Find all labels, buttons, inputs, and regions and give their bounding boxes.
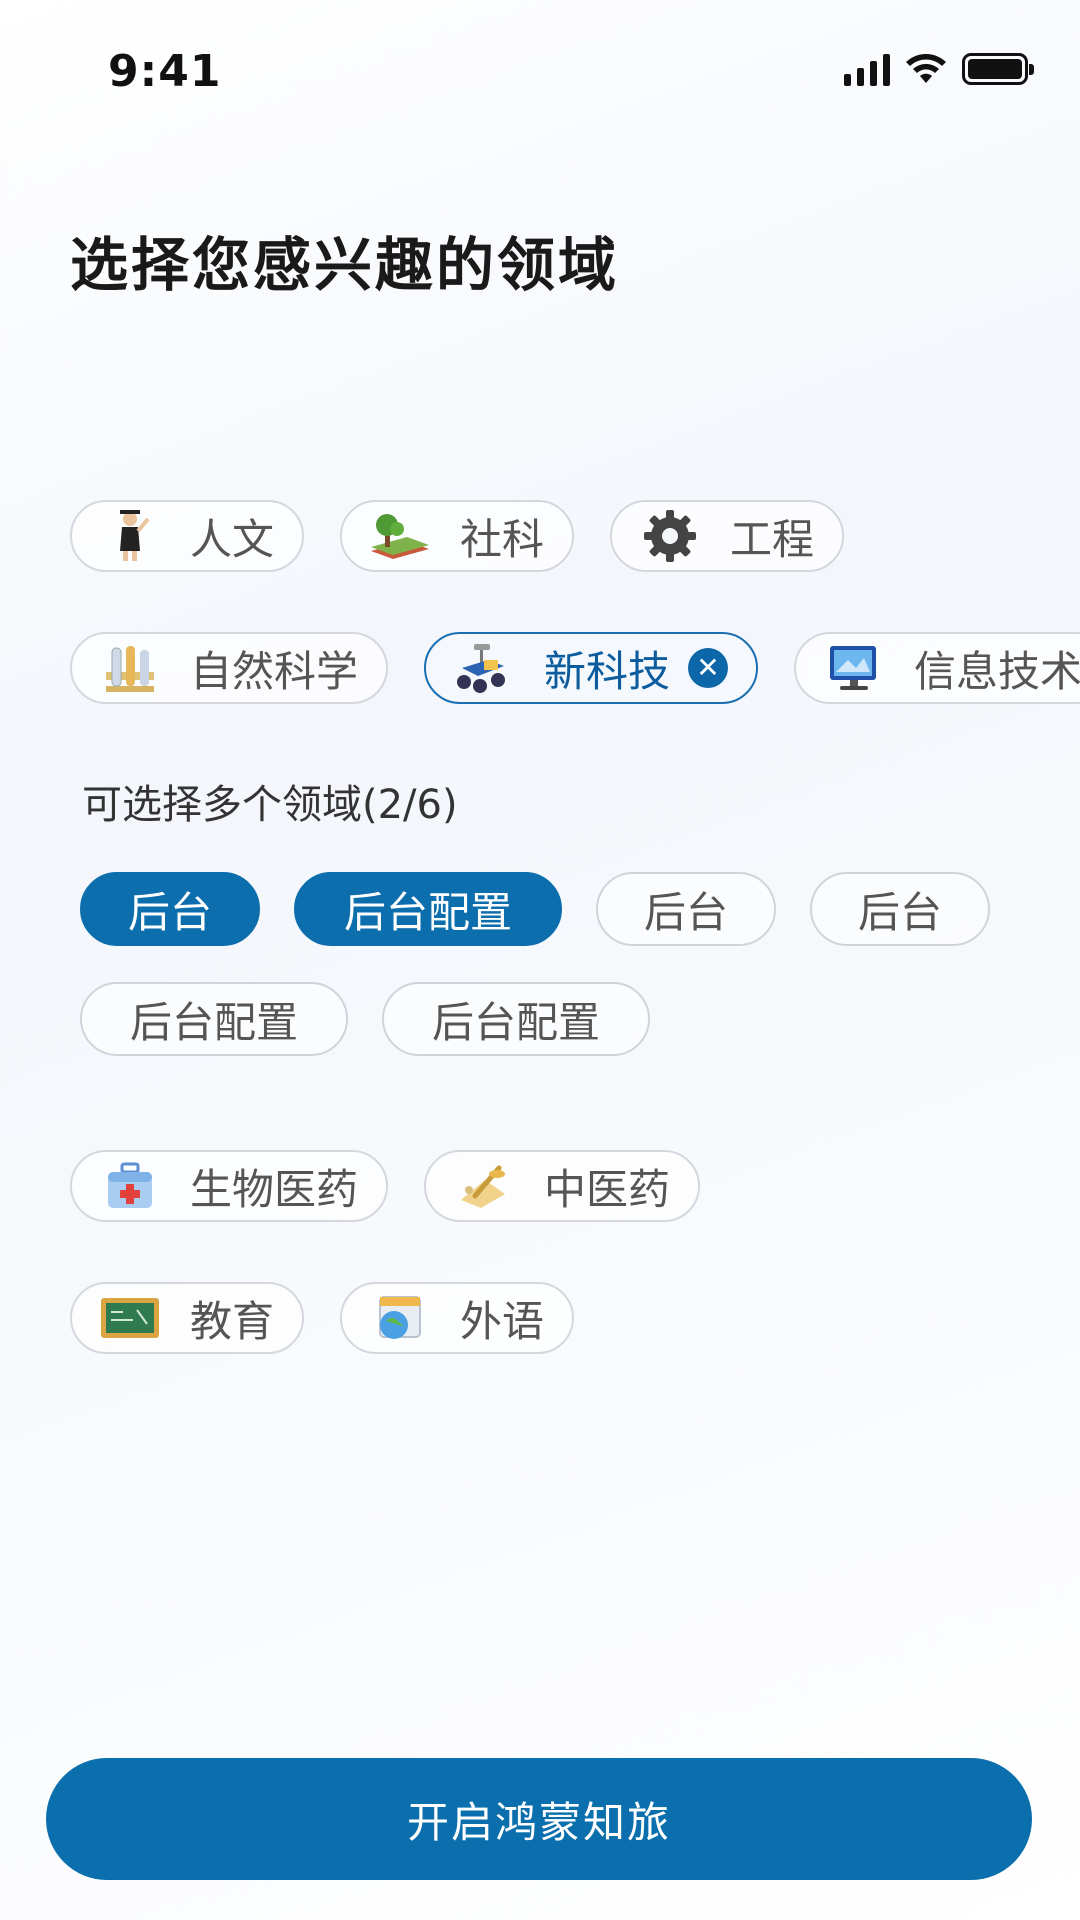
category-chip-info-tech[interactable]: 信息技术 — [794, 632, 1080, 704]
category-chip-tcm[interactable]: 中医药 — [424, 1150, 701, 1222]
battery-icon — [962, 53, 1034, 85]
category-label: 外语 — [460, 1296, 545, 1346]
monitor-icon — [822, 638, 886, 698]
subtopic-chip[interactable]: 后台 — [596, 872, 776, 946]
category-row-2: 自然科学 新科技 ✕ 信息技术 — [70, 632, 1080, 704]
category-label: 社科 — [460, 514, 545, 564]
wifi-icon — [906, 54, 946, 83]
close-icon[interactable]: ✕ — [688, 648, 729, 688]
graduate-icon — [98, 506, 162, 566]
rover-icon — [452, 638, 516, 698]
category-chip-humanities[interactable]: 人文 — [70, 500, 305, 572]
status-bar: 9:41 — [0, 0, 1080, 150]
status-icons — [844, 52, 1034, 86]
category-label: 中医药 — [544, 1164, 671, 1214]
subtopic-row-1: 后台 后台配置 后台 后台 — [80, 872, 990, 946]
category-label: 教育 — [190, 1296, 275, 1346]
category-label: 生物医药 — [190, 1164, 359, 1214]
herbal-icon — [452, 1156, 516, 1216]
globe-calendar-icon — [368, 1288, 432, 1348]
category-label: 自然科学 — [190, 646, 359, 696]
category-chip-natural-science[interactable]: 自然科学 — [70, 632, 389, 704]
category-chip-engineering[interactable]: 工程 — [610, 500, 845, 572]
category-chip-new-tech[interactable]: 新科技 ✕ — [424, 632, 759, 704]
chalkboard-icon — [98, 1288, 162, 1348]
subtopic-chip[interactable]: 后台 — [810, 872, 990, 946]
subtopic-row-2: 后台配置 后台配置 — [80, 982, 650, 1056]
subtopic-chip[interactable]: 后台 — [80, 872, 260, 946]
category-row-4: 教育 外语 — [70, 1282, 575, 1354]
cellular-signal-icon — [844, 52, 890, 86]
category-chip-biomedicine[interactable]: 生物医药 — [70, 1150, 389, 1222]
gear-icon — [638, 506, 702, 566]
subtopic-chip[interactable]: 后台配置 — [382, 982, 650, 1056]
test-tubes-icon — [98, 638, 162, 698]
start-button[interactable]: 开启鸿蒙知旅 — [46, 1758, 1032, 1880]
category-label: 信息技术 — [914, 646, 1080, 696]
category-row-3: 生物医药 中医药 — [70, 1150, 701, 1222]
category-label: 工程 — [730, 514, 815, 564]
subtopic-chip[interactable]: 后台配置 — [294, 872, 562, 946]
category-label: 新科技 — [544, 646, 671, 696]
category-row-1: 人文 社科 工程 — [70, 500, 845, 572]
page-title: 选择您感兴趣的领域 — [70, 231, 620, 299]
category-chip-foreign-language[interactable]: 外语 — [340, 1282, 575, 1354]
category-chip-education[interactable]: 教育 — [70, 1282, 305, 1354]
category-chip-social-science[interactable]: 社科 — [340, 500, 575, 572]
selection-hint: 可选择多个领域(2/6) — [82, 782, 458, 828]
medical-kit-icon — [98, 1156, 162, 1216]
status-time: 9:41 — [108, 46, 222, 97]
category-label: 人文 — [190, 514, 275, 564]
landscape-icon — [368, 506, 432, 566]
subtopic-chip[interactable]: 后台配置 — [80, 982, 348, 1056]
